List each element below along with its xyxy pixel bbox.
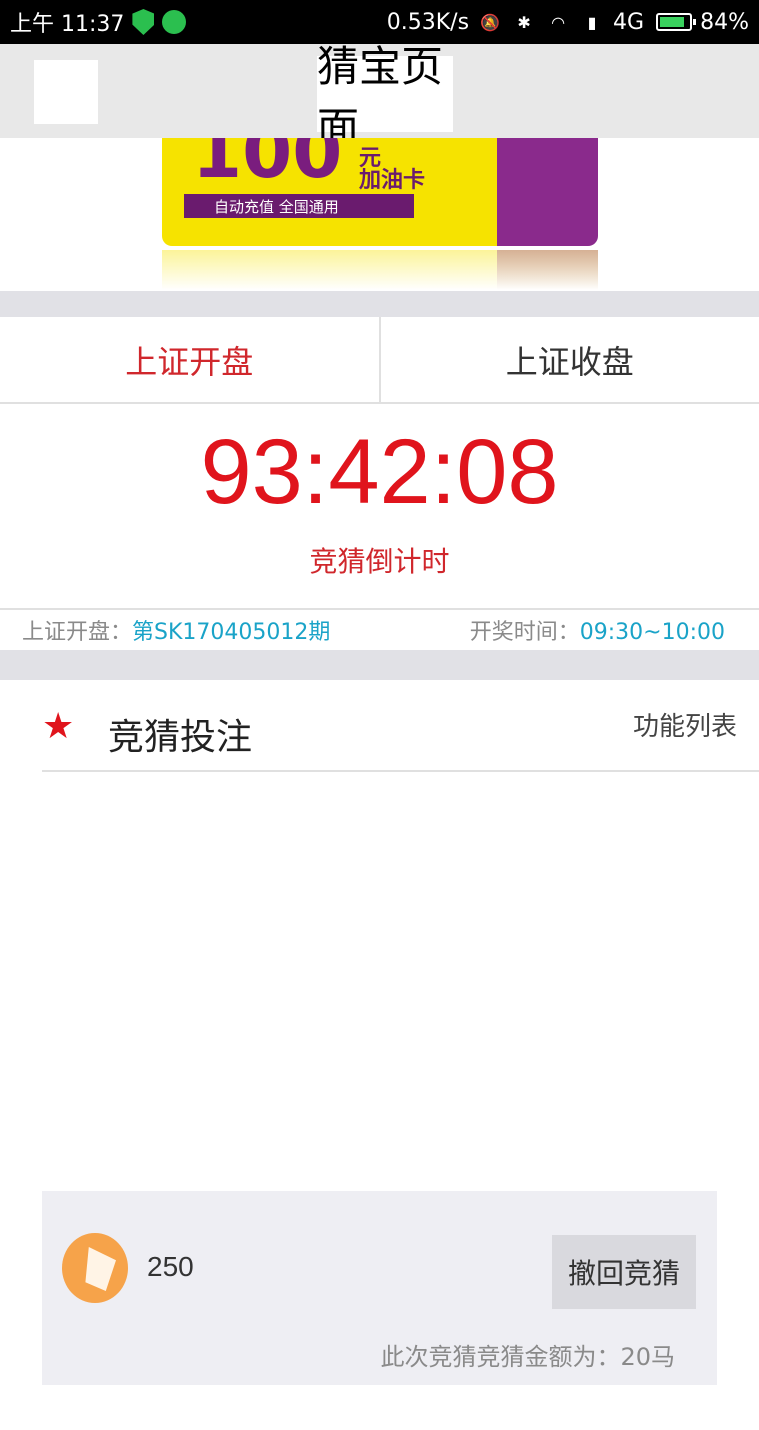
title-bar: 猜宝页面 <box>0 42 759 152</box>
market-tabs: 上证开盘 上证收盘 <box>0 317 759 404</box>
star-icon: ★ <box>42 706 75 747</box>
status-time: 上午 11:37 <box>10 12 125 37</box>
bet-panel: 250 撤回竞猜 此次竞猜竞猜金额为：20马 <box>42 1191 717 1385</box>
coin-balance: 250 <box>147 1251 194 1282</box>
page-title: 猜宝页面 <box>317 42 453 152</box>
status-left: 上午 11:37 <box>10 6 187 38</box>
countdown-timer: 93:42:08 <box>200 421 559 523</box>
card-amount: 100 <box>192 138 343 194</box>
horse-icon <box>62 1233 128 1303</box>
period-value: 第SK170405012期 <box>132 620 331 645</box>
card-yellow-part: 100 元 加油卡 自动充值 全国通用 <box>162 138 497 246</box>
status-right: 0.53K/s 🔕 ✱ ◠ ▮ 4G 84% <box>387 9 749 35</box>
battery-fill <box>660 17 684 27</box>
tab-close[interactable]: 上证收盘 <box>381 317 759 402</box>
draw-value: 09:30~10:00 <box>579 620 725 645</box>
period-info: 上证开盘：第SK170405012期 <box>22 614 330 646</box>
draw-time-info: 开奖时间：09:30~10:00 <box>470 614 725 646</box>
countdown-label: 竞猜倒计时 <box>309 545 450 578</box>
section-title: 竞猜投注 <box>108 717 253 758</box>
battery-icon <box>656 13 697 31</box>
signal-icon: ▮ <box>587 12 597 32</box>
bet-amount-note: 此次竞猜竞猜金额为：20马 <box>380 1343 675 1371</box>
tab-open[interactable]: 上证开盘 <box>0 317 379 402</box>
separator <box>0 650 759 680</box>
back-button[interactable] <box>34 60 98 124</box>
network-type: 4G <box>613 9 645 35</box>
withdraw-bet-button[interactable]: 撤回竞猜 <box>552 1235 696 1309</box>
section-header: ★ 竞猜投注 功能列表 <box>42 680 759 772</box>
battery-percent: 84% <box>700 9 749 35</box>
draw-label: 开奖时间： <box>469 620 580 645</box>
card-reflection-purple <box>497 250 598 290</box>
function-list-link[interactable]: 功能列表 <box>633 706 737 743</box>
separator <box>0 291 759 317</box>
info-row: 上证开盘：第SK170405012期 开奖时间：09:30~10:00 <box>0 608 759 650</box>
shield-icon <box>132 9 155 35</box>
net-speed: 0.53K/s <box>386 9 470 35</box>
card-purple-part <box>497 138 598 246</box>
bluetooth-icon: ✱ <box>517 12 531 32</box>
wifi-icon: ◠ <box>551 12 566 32</box>
banner[interactable]: 100 元 加油卡 自动充值 全国通用 <box>0 138 759 291</box>
app-notification-icon <box>162 10 187 34</box>
card-subtitle: 自动充值 全国通用 <box>184 194 414 218</box>
fuel-card-image: 100 元 加油卡 自动充值 全国通用 <box>162 138 598 246</box>
card-title: 加油卡 <box>359 168 426 193</box>
period-label: 上证开盘： <box>22 620 133 645</box>
mute-icon: 🔕 <box>480 12 500 32</box>
